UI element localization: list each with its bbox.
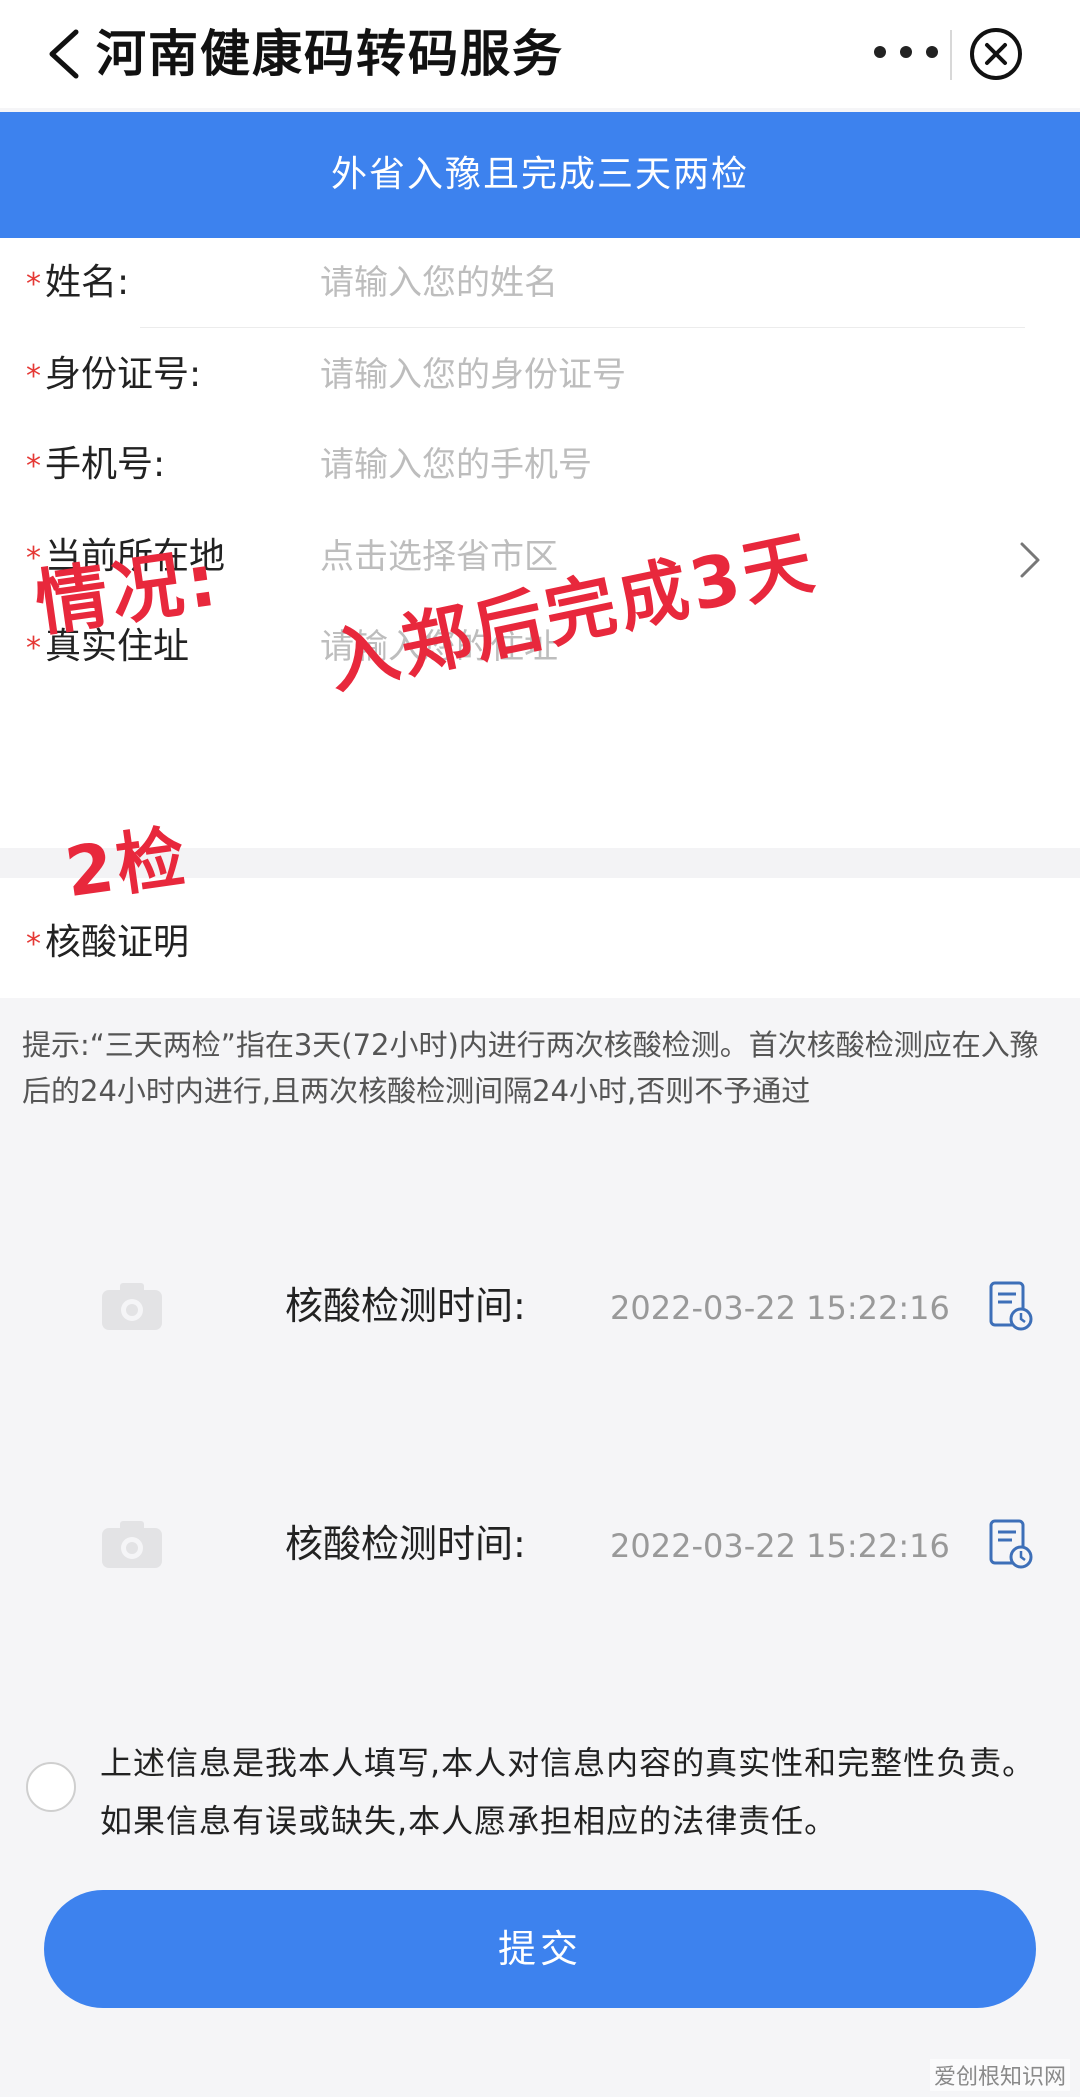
nucleic-proof-label: * 核酸证明 (26, 922, 190, 963)
info-form: * 姓名: 请输入您的姓名 * 身份证号: 请输入您的身份证号 * 手机号: 请输入您… (0, 238, 1080, 848)
phone-input[interactable]: 请输入您的手机号 (320, 438, 592, 492)
required-mark: * (26, 541, 41, 576)
agreement-checkbox[interactable] (26, 1762, 76, 1812)
required-mark: * (26, 267, 41, 302)
calendar-clock-icon[interactable] (988, 1280, 1034, 1332)
address-input[interactable]: 请输入您的住址 (320, 620, 558, 674)
page-title: 河南健康码转码服务 (96, 25, 564, 83)
test-time-label: 核酸检测时间: (285, 1284, 526, 1328)
id-number-label: * 身份证号: (26, 354, 202, 395)
nav-divider (950, 30, 952, 80)
required-mark: * (26, 927, 41, 962)
camera-icon[interactable] (100, 1280, 164, 1332)
category-banner: 外省入豫且完成三天两检 (0, 112, 1080, 238)
test-time-value: 2022-03-22 15:22:16 (610, 1289, 950, 1327)
phone-label: * 手机号: (26, 444, 166, 485)
submit-button[interactable]: 提交 (44, 1890, 1036, 2008)
test-time-label: 核酸检测时间: (285, 1522, 526, 1566)
test-record: 核酸检测时间: 2022-03-22 15:22:16 (0, 1240, 1080, 1470)
address-label: * 真实住址 (26, 626, 190, 667)
site-watermark: 爱创根知识网 (929, 2059, 1070, 2091)
back-arrow-icon[interactable] (44, 28, 84, 80)
name-input[interactable]: 请输入您的姓名 (320, 256, 558, 310)
test-record: 核酸检测时间: 2022-03-22 15:22:16 (0, 1478, 1080, 1708)
close-icon[interactable] (968, 26, 1024, 82)
location-field[interactable]: * 当前所在地 点击选择省市区 (0, 512, 1080, 602)
required-mark: * (26, 359, 41, 394)
location-label: * 当前所在地 (26, 536, 226, 577)
tip-text: 提示:“三天两检”指在3天(72小时)内进行两次核酸检测。首次核酸检测应在入豫后… (22, 1028, 1039, 1108)
name-label: * 姓名: (26, 262, 130, 303)
section-gap (0, 848, 1080, 878)
more-options-icon[interactable] (868, 40, 958, 64)
id-number-field[interactable]: * 身份证号: 请输入您的身份证号 (0, 330, 1080, 420)
required-mark: * (26, 631, 41, 666)
chevron-right-icon[interactable] (1016, 540, 1044, 580)
field-divider (140, 327, 1025, 328)
agreement-section: 上述信息是我本人填写,本人对信息内容的真实性和完整性负责。如果信息有误或缺失,本… (0, 1720, 1080, 1870)
agreement-text: 上述信息是我本人填写,本人对信息内容的真实性和完整性负责。如果信息有误或缺失,本… (100, 1744, 1036, 1840)
nucleic-proof-row: * 核酸证明 (0, 898, 1080, 988)
camera-icon[interactable] (100, 1518, 164, 1570)
phone-field[interactable]: * 手机号: 请输入您的手机号 (0, 420, 1080, 510)
location-picker[interactable]: 点击选择省市区 (320, 530, 558, 584)
calendar-clock-icon[interactable] (988, 1518, 1034, 1570)
nucleic-proof-section: * 核酸证明 (0, 878, 1080, 998)
id-number-input[interactable]: 请输入您的身份证号 (320, 348, 626, 402)
test-time-value: 2022-03-22 15:22:16 (610, 1527, 950, 1565)
top-nav-bar: 河南健康码转码服务 (0, 0, 1080, 108)
name-field[interactable]: * 姓名: 请输入您的姓名 (0, 238, 1080, 328)
address-field[interactable]: * 真实住址 请输入您的住址 (0, 602, 1080, 692)
required-mark: * (26, 449, 41, 484)
